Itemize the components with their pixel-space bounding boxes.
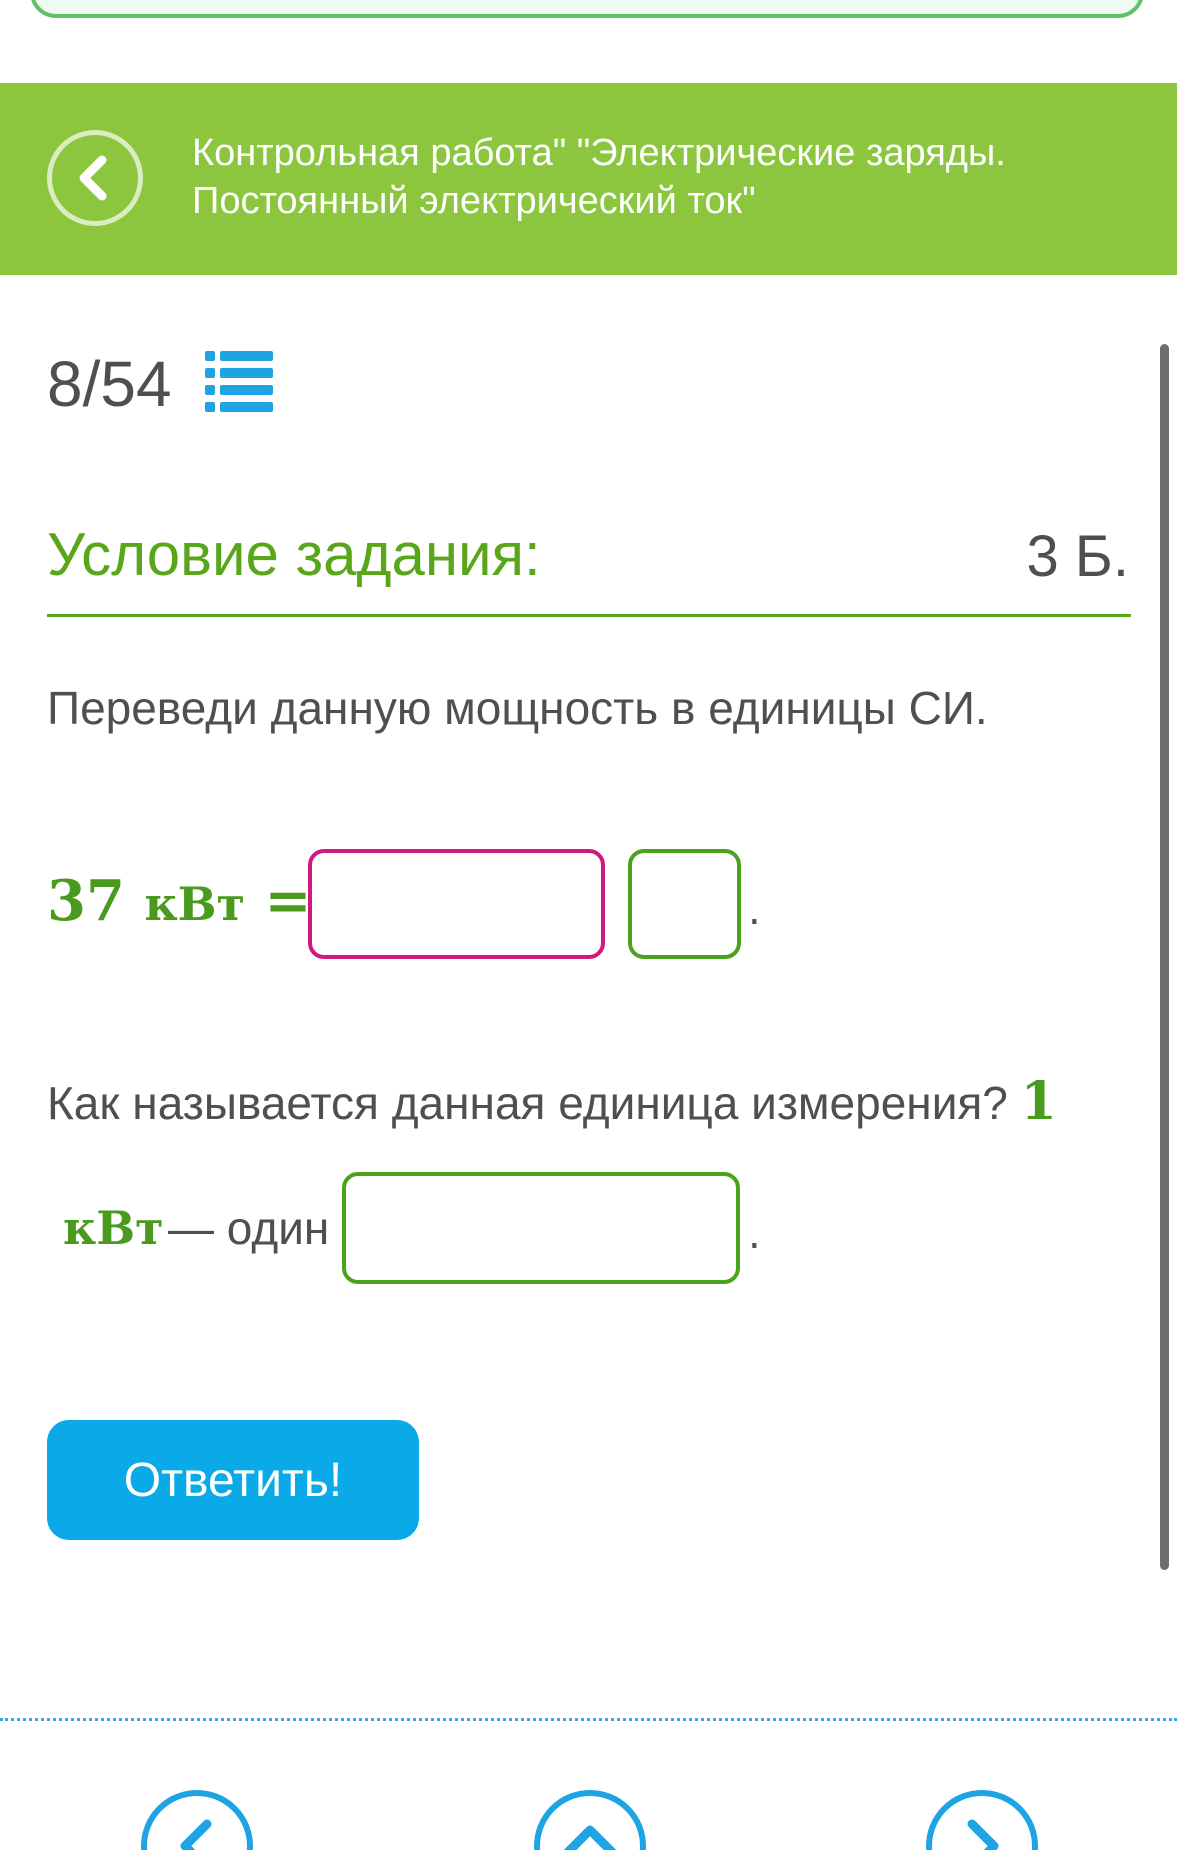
header-title: Контрольная работа" "Электрические заряд… <box>192 129 1092 225</box>
points-label: 3 Б. <box>1026 524 1129 589</box>
header-bar: Контрольная работа" "Электрические заряд… <box>0 83 1177 275</box>
next-task-button[interactable] <box>926 1790 1038 1850</box>
previous-card <box>30 0 1144 18</box>
header-title-line1: Контрольная работа" "Электрические заряд… <box>192 132 1006 174</box>
chevron-left-icon <box>180 1819 212 1850</box>
list-icon[interactable] <box>205 351 273 413</box>
chevron-up-icon <box>563 1825 617 1850</box>
question-counter: 8/54 <box>47 348 172 420</box>
header-title-line2: Постоянный электрический ток" <box>192 180 756 222</box>
scrollbar[interactable] <box>1160 344 1169 1570</box>
unit-name-input[interactable] <box>342 1172 740 1284</box>
equation-period: . <box>748 888 761 934</box>
unit-input[interactable] <box>628 849 741 959</box>
section-title: Условие задания: <box>47 521 541 588</box>
chevron-right-icon <box>967 1819 999 1850</box>
line2-text: — один <box>168 1202 330 1254</box>
chevron-left-icon <box>79 155 107 201</box>
equation-left: 37 кВт = <box>47 866 311 939</box>
question-number: 1 <box>1020 1071 1057 1132</box>
equation-value: 37 <box>47 868 125 934</box>
page: Контрольная работа" "Электрические заряд… <box>0 0 1179 1850</box>
line2-unit: кВт <box>63 1201 164 1255</box>
answer-button[interactable]: Ответить! <box>47 1420 419 1540</box>
equation-unit: кВт <box>144 877 246 931</box>
question-label: Как называется данная единица измерения? <box>47 1077 1008 1129</box>
value-input[interactable] <box>308 849 605 959</box>
prev-task-button[interactable] <box>141 1790 253 1850</box>
task-instruction: Переведи данную мощность в единицы СИ. <box>47 682 988 734</box>
dotted-divider <box>0 1718 1177 1721</box>
section-divider <box>47 614 1131 617</box>
equation-equals: = <box>264 868 312 934</box>
scroll-top-button[interactable] <box>534 1790 646 1850</box>
line2-period: . <box>748 1212 761 1258</box>
question-text: Как называется данная единица измерения?… <box>47 1072 1057 1133</box>
back-button[interactable] <box>47 130 143 226</box>
